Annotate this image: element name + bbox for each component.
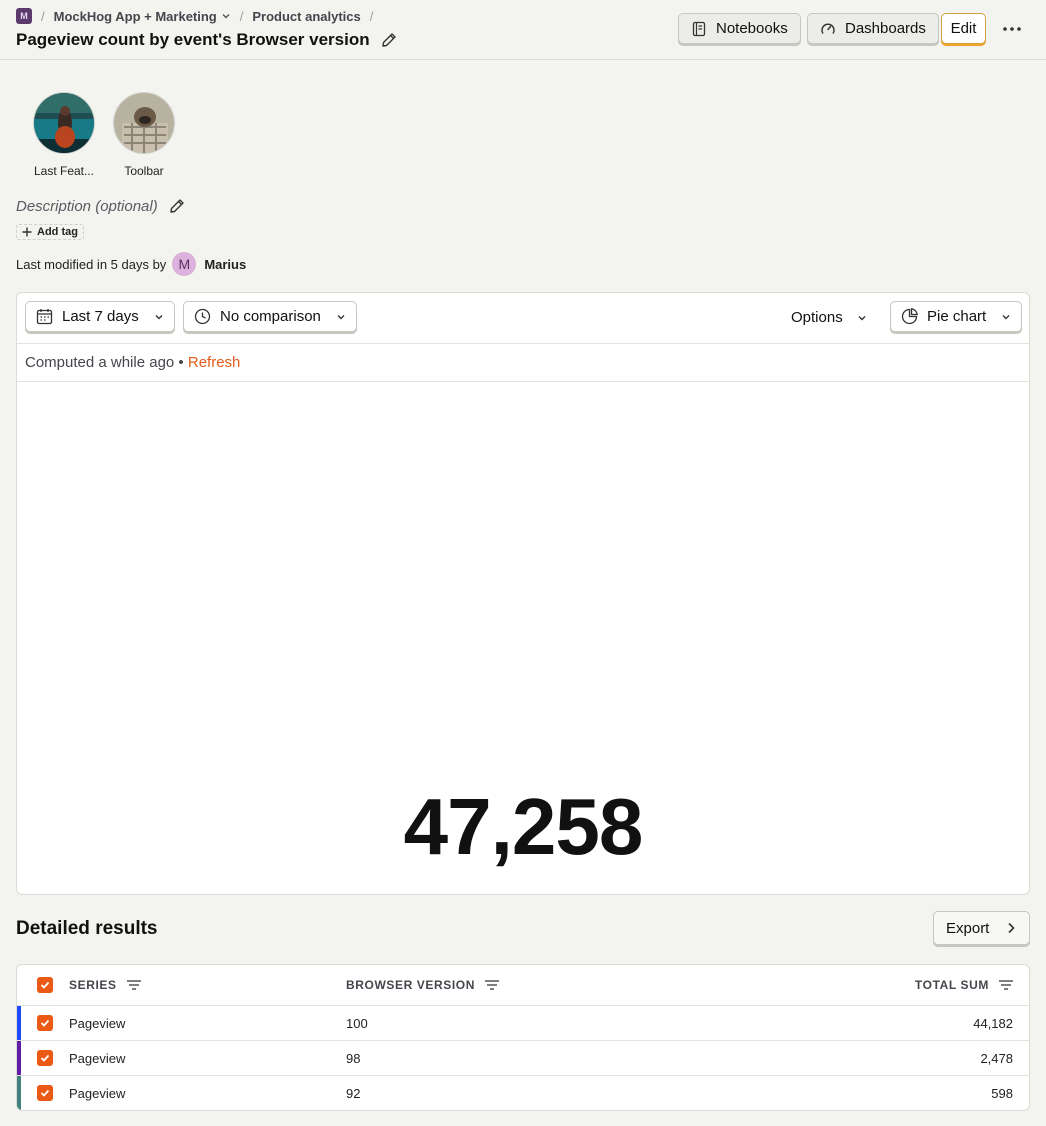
gauge-icon xyxy=(821,23,835,34)
check-icon xyxy=(40,981,50,989)
computed-text: Computed a while ago • xyxy=(25,354,184,371)
comparison-select[interactable]: No comparison xyxy=(183,301,357,332)
options-dropdown[interactable]: Options xyxy=(791,309,867,326)
breadcrumb-separator: / xyxy=(239,8,244,24)
date-range-label: Last 7 days xyxy=(62,308,139,325)
comparison-label: No comparison xyxy=(220,308,321,325)
column-header-label: BROWSER VERSION xyxy=(346,978,476,992)
series-color-bar xyxy=(17,1076,21,1110)
project-badge-icon[interactable]: M xyxy=(16,8,32,24)
column-header-browser-version[interactable]: BROWSER VERSION xyxy=(346,978,500,992)
total-value: 47,258 xyxy=(403,782,644,871)
breadcrumb-project[interactable]: MockHog App + Marketing xyxy=(54,9,231,24)
export-button[interactable]: Export xyxy=(933,911,1030,945)
browser-version-cell: 92 xyxy=(346,1086,361,1101)
notebook-label: Last Feat... xyxy=(33,164,95,178)
column-header-label: SERIES xyxy=(69,978,117,992)
breadcrumb: M / MockHog App + Marketing / Product an… xyxy=(16,7,382,25)
sort-icon[interactable] xyxy=(485,980,500,990)
check-icon xyxy=(40,1019,50,1027)
pie-chart-icon xyxy=(901,308,918,325)
avatar: M xyxy=(172,252,197,276)
total-sum-cell: 598 xyxy=(991,1086,1013,1101)
page-title: Pageview count by event's Browser versio… xyxy=(16,30,398,50)
column-header-label: TOTAL SUM xyxy=(914,978,989,992)
description-field[interactable]: Description (optional) xyxy=(16,197,186,215)
total-sum-cell: 44,182 xyxy=(973,1016,1013,1031)
top-bar: M / MockHog App + Marketing / Product an… xyxy=(0,0,1046,60)
browser-version-cell: 100 xyxy=(346,1016,368,1031)
description-placeholder: Description (optional) xyxy=(16,197,158,215)
series-cell: Pageview xyxy=(69,1086,126,1101)
notebook-link-toolbar[interactable]: Toolbar xyxy=(104,92,184,178)
sort-icon[interactable] xyxy=(999,980,1013,990)
chart-type-select[interactable]: Pie chart xyxy=(890,301,1023,332)
computed-status: Computed a while ago • Refresh xyxy=(25,354,240,371)
dashboards-button-label: Dashboards xyxy=(845,20,926,37)
table-header: SERIES BROWSER VERSION TOTAL SUM xyxy=(17,965,1029,1005)
avatar-photo-lake-icon xyxy=(33,92,95,154)
series-cell: Pageview xyxy=(69,1051,126,1066)
notebooks-button[interactable]: Notebooks xyxy=(678,13,801,44)
pencil-icon[interactable] xyxy=(380,31,398,49)
table-row: Pageview 100 44,182 xyxy=(17,1005,1029,1040)
column-header-total-sum[interactable]: TOTAL SUM xyxy=(915,978,1013,992)
last-modified-text: Last modified in 5 days by xyxy=(16,256,167,272)
breadcrumb-section[interactable]: Product analytics xyxy=(252,9,360,24)
page-title-text: Pageview count by event's Browser versio… xyxy=(16,30,370,49)
dashboards-button[interactable]: Dashboards xyxy=(807,13,939,44)
divider xyxy=(17,381,1029,382)
add-tag-label: Add tag xyxy=(37,226,78,238)
series-color-bar xyxy=(17,1006,21,1040)
add-tag-button[interactable]: Add tag xyxy=(16,224,84,240)
chevron-down-icon xyxy=(155,314,163,319)
notebook-link-last-feature[interactable]: Last Feat... xyxy=(24,92,104,178)
plus-icon xyxy=(22,227,32,237)
calendar-icon xyxy=(36,309,53,325)
sort-icon[interactable] xyxy=(126,980,141,990)
check-icon xyxy=(40,1054,50,1062)
chevron-down-icon xyxy=(222,14,230,19)
insight-toolbar: Last 7 days No comparison Options Pie ch… xyxy=(17,293,1029,344)
row-checkbox[interactable] xyxy=(37,1085,53,1101)
breadcrumb-separator: / xyxy=(41,8,45,24)
notebook-label: Toolbar xyxy=(124,164,164,178)
check-icon xyxy=(40,1089,50,1097)
export-label: Export xyxy=(946,919,990,937)
row-checkbox[interactable] xyxy=(37,1050,53,1066)
pencil-icon[interactable] xyxy=(168,197,186,215)
last-modified: Last modified in 5 days by M Marius xyxy=(16,252,246,276)
date-range-select[interactable]: Last 7 days xyxy=(25,301,175,332)
chevron-down-icon xyxy=(1002,314,1010,319)
detailed-results-title: Detailed results xyxy=(16,918,158,939)
modified-user-name: Marius xyxy=(204,256,247,272)
chart-type-label: Pie chart xyxy=(927,308,987,325)
avatar-photo-pug-icon xyxy=(113,92,175,154)
series-color-bar xyxy=(17,1041,21,1075)
edit-button[interactable]: Edit xyxy=(941,13,986,44)
insight-card: Last 7 days No comparison Options Pie ch… xyxy=(16,292,1030,895)
select-all-checkbox[interactable] xyxy=(37,977,53,993)
results-table: SERIES BROWSER VERSION TOTAL SUM Pagevie… xyxy=(16,964,1030,1111)
total-sum-cell: 2,478 xyxy=(980,1051,1013,1066)
table-row: Pageview 92 598 xyxy=(17,1075,1029,1110)
breadcrumb-separator: / xyxy=(369,8,374,24)
chevron-right-icon xyxy=(1008,922,1015,934)
more-options-icon[interactable] xyxy=(998,18,1026,40)
notebooks-button-label: Notebooks xyxy=(716,20,788,37)
table-row: Pageview 98 2,478 xyxy=(17,1040,1029,1075)
notebook-icon xyxy=(692,21,706,36)
clock-icon xyxy=(194,308,211,325)
series-cell: Pageview xyxy=(69,1016,126,1031)
options-label: Options xyxy=(791,309,843,326)
column-header-series[interactable]: SERIES xyxy=(69,978,141,992)
browser-version-cell: 98 xyxy=(346,1051,361,1066)
breadcrumb-project-label: MockHog App + Marketing xyxy=(53,8,217,24)
row-checkbox[interactable] xyxy=(37,1015,53,1031)
chevron-down-icon xyxy=(858,315,866,320)
refresh-link[interactable]: Refresh xyxy=(188,354,241,371)
chevron-down-icon xyxy=(337,314,345,319)
